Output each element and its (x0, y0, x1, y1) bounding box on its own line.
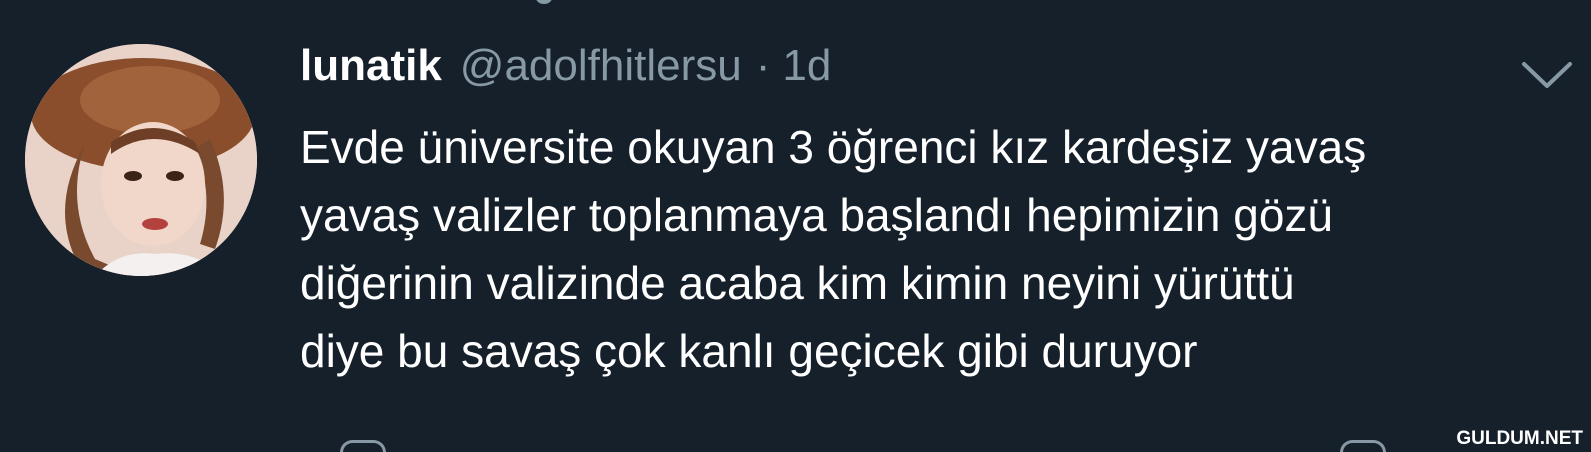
share-icon[interactable] (1340, 440, 1386, 452)
separator-dot: · (755, 41, 771, 90)
chevron-down-icon[interactable] (1518, 54, 1576, 94)
tweet-text-line: Evde üniversite okuyan 3 öğrenci kız kar… (300, 121, 1367, 173)
tweet-text: Evde üniversite okuyan 3 öğrenci kız kar… (300, 113, 1530, 385)
tweet-text-line: yavaş valizler toplanmaya başlandı hepim… (300, 189, 1334, 241)
watermark-logo: GULDUM.NET (1456, 428, 1583, 449)
tweet-header: lunatik @adolfhitlersu · 1d (300, 41, 831, 101)
avatar-image (25, 44, 257, 276)
avatar[interactable] (25, 44, 257, 276)
tweet-timestamp[interactable]: 1d (782, 41, 831, 91)
tweet-card: lunatik @adolfhitlersu · 1d Evde ünivers… (0, 0, 1591, 452)
previous-tweet-connector (536, 0, 552, 4)
action-bar (300, 436, 1400, 452)
tweet-text-line: diğerinin valizinde acaba kim kimin neyi… (300, 257, 1295, 309)
tweet-text-line: diye bu savaş çok kanlı geçicek gibi dur… (300, 325, 1198, 377)
user-handle[interactable]: @adolfhitlersu (460, 41, 742, 91)
display-name[interactable]: lunatik (300, 41, 442, 91)
reply-icon[interactable] (340, 440, 386, 452)
